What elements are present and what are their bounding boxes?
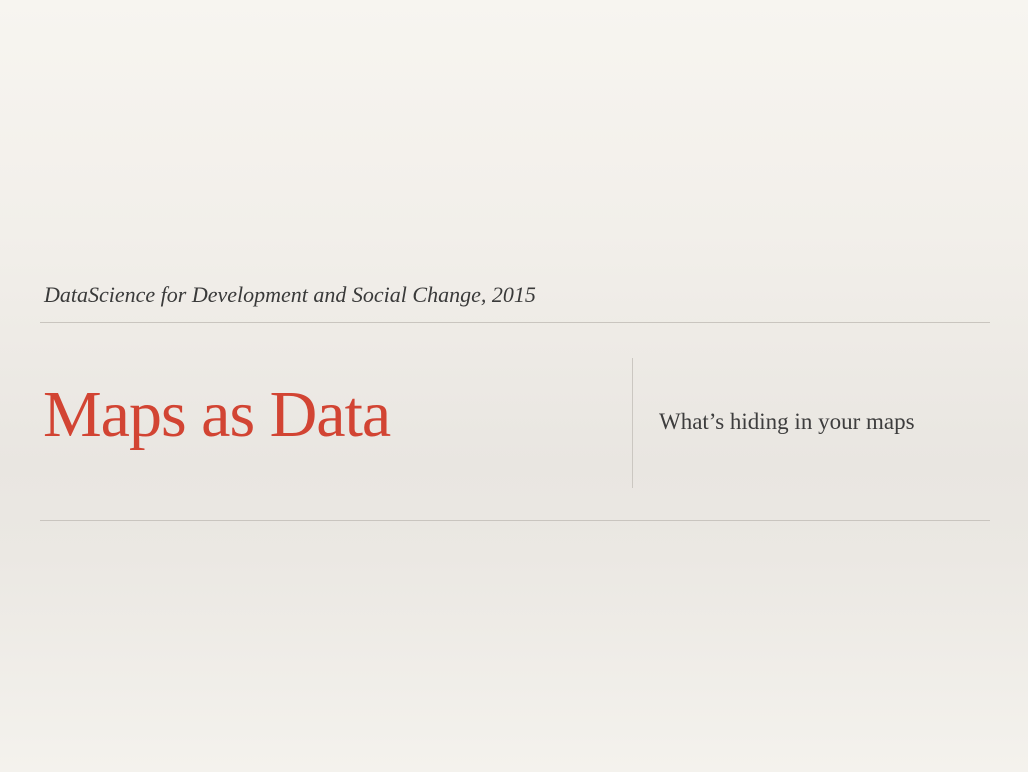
vertical-divider bbox=[632, 358, 633, 488]
slide-tagline: What’s hiding in your maps bbox=[659, 409, 915, 434]
slide-title: Maps as Data bbox=[43, 378, 391, 451]
top-rule bbox=[40, 322, 990, 323]
title-slide: DataScience for Development and Social C… bbox=[0, 0, 1028, 772]
event-subtitle: DataScience for Development and Social C… bbox=[44, 282, 536, 307]
bottom-rule bbox=[40, 520, 990, 521]
